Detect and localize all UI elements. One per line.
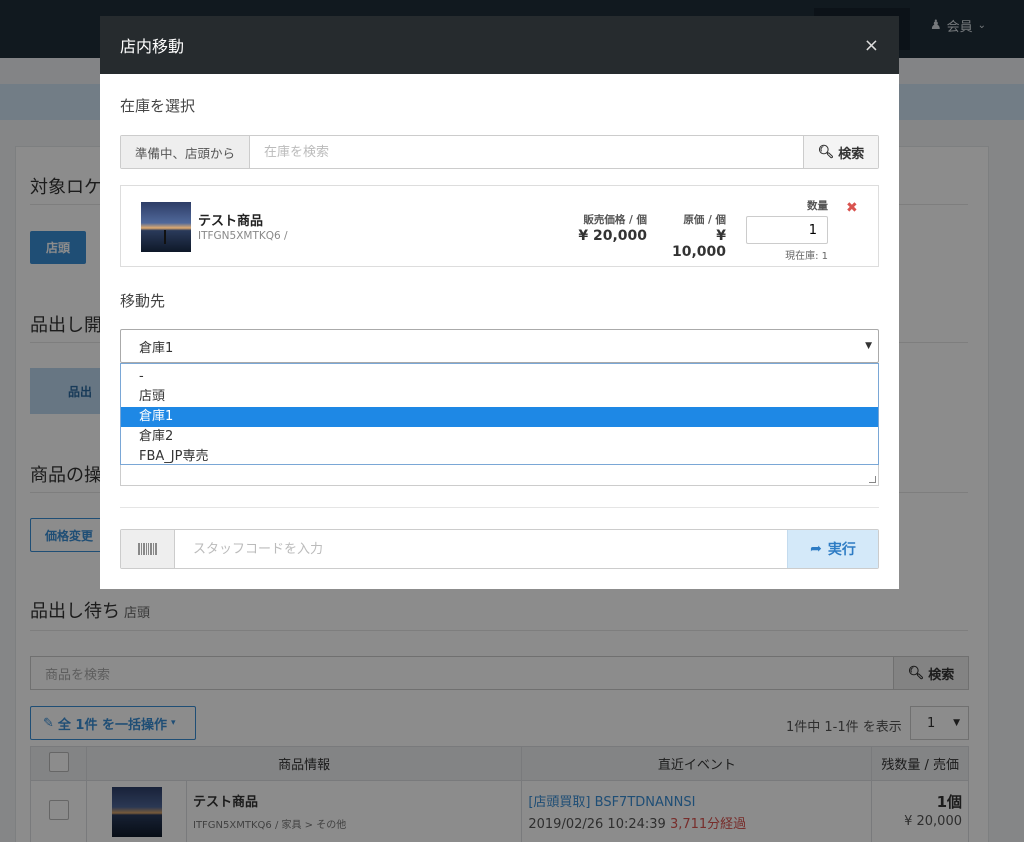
selected-item-card: テスト商品 ITFGN5XMTKQ6 / 販売価格 / 個 ¥ 20,000 原…	[120, 185, 879, 267]
destination-dropdown: - 店頭 倉庫1 倉庫2 FBA_JP専売	[120, 363, 879, 465]
barcode-icon	[121, 530, 175, 568]
destination-select[interactable]: 倉庫1 ▼	[120, 329, 879, 363]
sale-price-label: 販売価格 / 個	[583, 214, 647, 226]
remove-item-icon[interactable]: ✖	[846, 200, 858, 216]
stock-search-button-label: 検索	[838, 146, 865, 162]
modal-header: 店内移動 ×	[100, 16, 899, 74]
stock-search-button[interactable]: 🔍︎ 検索	[803, 136, 878, 168]
search-icon: 🔍︎	[817, 144, 835, 160]
current-stock: 現在庫: 1	[785, 251, 828, 262]
cost-value: ¥ 10,000	[671, 228, 726, 260]
destination-option[interactable]: -	[121, 367, 878, 387]
staff-code-group: ➦ 実行	[120, 529, 879, 569]
stock-search-group: 準備中、店頭から 🔍︎ 検索	[120, 135, 879, 169]
cost-block: 原価 / 個 ¥ 10,000	[661, 212, 726, 260]
cost-label: 原価 / 個	[683, 214, 726, 226]
destination-selected: 倉庫1	[139, 340, 174, 356]
destination-option-selected[interactable]: 倉庫1	[121, 407, 878, 427]
staff-code-input[interactable]	[175, 530, 787, 568]
share-arrow-icon: ➦	[810, 541, 822, 557]
divider	[120, 507, 879, 508]
execute-button[interactable]: ➦ 実行	[787, 530, 878, 568]
destination-label: 移動先	[120, 292, 166, 310]
destination-option[interactable]: 店頭	[121, 387, 878, 407]
select-stock-label: 在庫を選択	[120, 97, 196, 115]
close-icon[interactable]: ×	[864, 35, 879, 56]
qty-block: 数量 現在庫: 1	[746, 198, 828, 262]
modal-title: 店内移動	[120, 37, 185, 56]
caret-down-icon: ▼	[865, 341, 872, 351]
note-textarea[interactable]	[120, 465, 879, 486]
destination-option[interactable]: FBA_JP専売	[121, 447, 878, 467]
qty-label: 数量	[807, 200, 828, 212]
qty-input[interactable]	[746, 216, 828, 244]
store-move-modal: 店内移動 × 在庫を選択 準備中、店頭から 🔍︎ 検索 テスト商品 ITFGN5…	[100, 16, 899, 589]
item-name: テスト商品	[198, 214, 264, 229]
product-thumbnail	[141, 202, 191, 252]
sale-price-value: ¥ 20,000	[578, 228, 647, 244]
item-code: ITFGN5XMTKQ6 /	[198, 230, 288, 242]
stock-filter-label: 準備中、店頭から	[121, 136, 250, 168]
destination-option[interactable]: 倉庫2	[121, 427, 878, 447]
sale-price-block: 販売価格 / 個 ¥ 20,000	[561, 212, 647, 244]
execute-button-label: 実行	[827, 542, 856, 558]
stock-search-input[interactable]	[250, 136, 803, 168]
